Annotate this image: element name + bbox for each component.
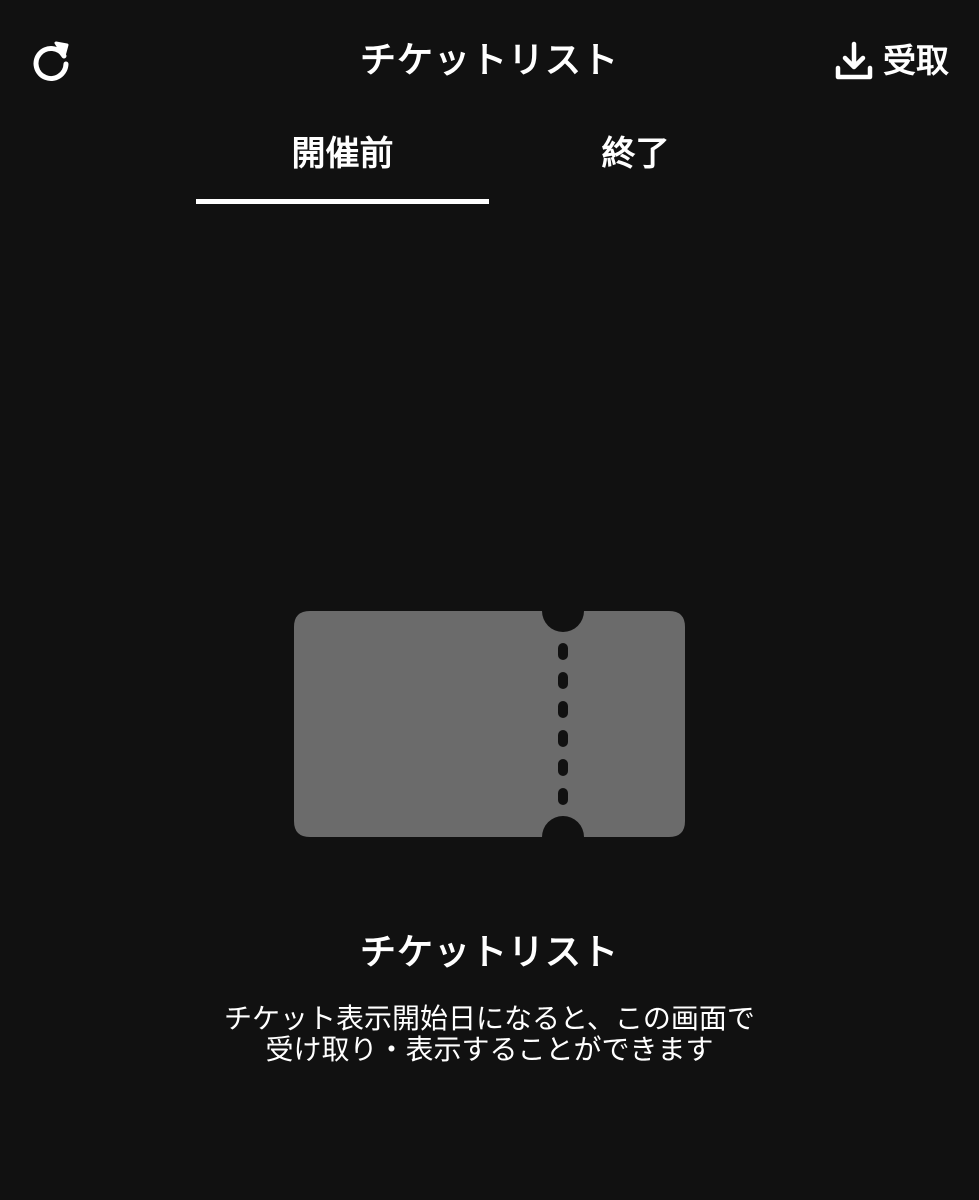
- tab-upcoming-label: 開催前: [291, 134, 394, 174]
- receive-label: 受取: [883, 41, 949, 80]
- download-icon: [835, 41, 873, 80]
- tab-selected-indicator: [196, 199, 489, 204]
- tab-ended[interactable]: 終了: [489, 120, 782, 204]
- empty-state-description-line2: 受け取り・表示することができます: [265, 1033, 714, 1066]
- tab-ended-label: 終了: [601, 134, 670, 174]
- empty-state-title: チケットリスト: [359, 932, 619, 973]
- tab-upcoming[interactable]: 開催前: [196, 120, 489, 204]
- receive-button[interactable]: 受取: [833, 38, 949, 84]
- app-header: チケットリスト 受取: [0, 0, 979, 120]
- ticket-tabs: 開催前 終了: [196, 120, 782, 204]
- empty-state-description: チケット表示開始日になると、この画面で 受け取り・表示することができます: [0, 1003, 979, 1065]
- empty-state-description-line1: チケット表示開始日になると、この画面で: [224, 1002, 755, 1035]
- ticket-icon: [294, 611, 685, 837]
